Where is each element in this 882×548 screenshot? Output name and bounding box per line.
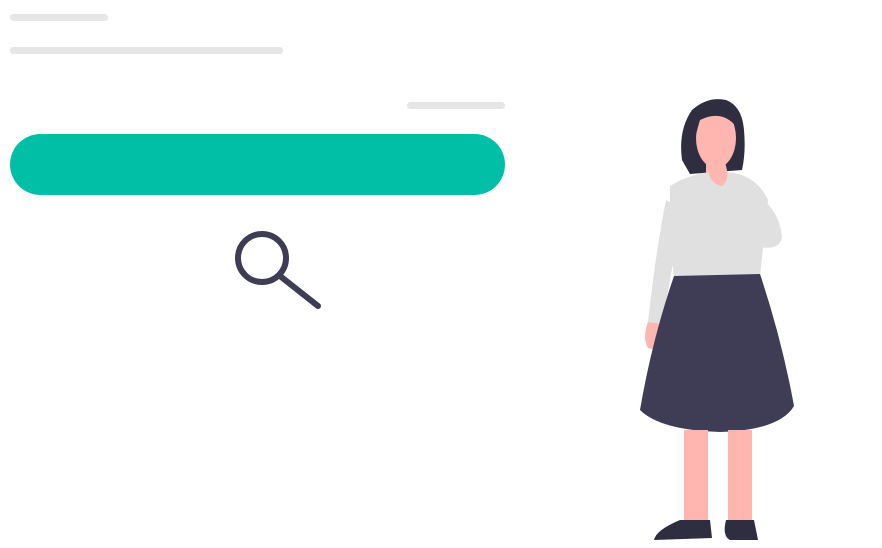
search-bar[interactable] xyxy=(10,134,505,195)
placeholder-heading-line xyxy=(10,14,108,21)
placeholder-hint-line xyxy=(407,102,505,109)
leg-left xyxy=(684,430,708,522)
empty-search-illustration xyxy=(0,0,882,548)
search-icon-handle xyxy=(277,273,321,309)
search-icon[interactable] xyxy=(230,228,330,318)
thinking-woman-illustration xyxy=(640,99,794,540)
leg-right xyxy=(728,430,752,522)
shoe-left xyxy=(654,520,712,540)
placeholder-subheading-line xyxy=(10,47,283,54)
shoe-right xyxy=(724,520,758,540)
